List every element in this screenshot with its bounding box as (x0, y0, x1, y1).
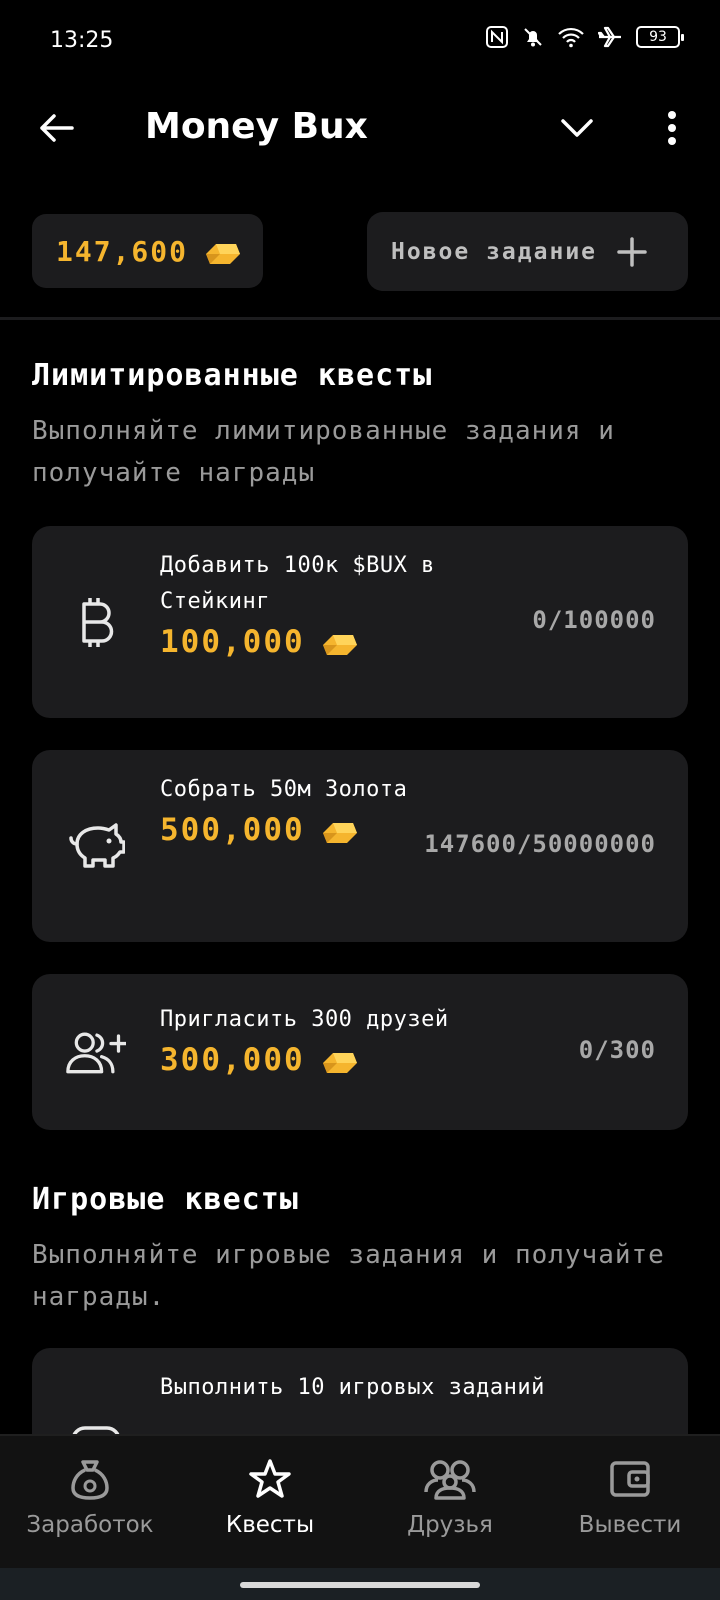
quest-reward: 100,000 (160, 624, 305, 660)
new-task-button[interactable]: Новое задание (367, 212, 688, 291)
nav-item-earnings[interactable]: Заработок (0, 1436, 180, 1570)
quest-title: Выполнить 10 игровых заданий (160, 1375, 545, 1400)
bell-muted-icon (522, 26, 544, 48)
balance-value: 147,600 (56, 234, 189, 268)
nav-label: Друзья (407, 1512, 493, 1538)
quest-card[interactable]: Добавить 100к $BUX в Стейкинг 100,000 0/… (32, 526, 688, 718)
nfc-icon (486, 26, 508, 48)
nav-label: Вывести (578, 1512, 682, 1538)
wallet-icon (609, 1456, 651, 1502)
quest-reward: 300,000 (160, 1042, 305, 1078)
section-title-game: Игровые квесты (32, 1182, 299, 1217)
balance-chip: 147,600 (32, 214, 263, 288)
gold-bar-icon (322, 635, 357, 655)
gold-bar-icon (322, 1053, 357, 1073)
quest-title: Добавить 100к $BUX в Стейкинг (160, 553, 435, 614)
gold-bar-icon (206, 244, 241, 264)
section-subtitle-game: Выполняйте игровые задания и получайте н… (32, 1240, 665, 1312)
gesture-area (0, 1568, 720, 1600)
more-vert-icon (668, 111, 676, 145)
quest-progress: 147600/50000000 (424, 830, 656, 858)
back-button[interactable] (34, 106, 78, 150)
nav-item-withdraw[interactable]: Вывести (540, 1436, 720, 1570)
chevron-down-icon (561, 119, 593, 137)
status-bar: 13:25 93 (0, 0, 720, 84)
back-arrow-icon (40, 114, 74, 142)
new-task-label: Новое задание (391, 238, 598, 265)
nav-item-quests[interactable]: Квесты (180, 1436, 360, 1570)
nav-item-friends[interactable]: Друзья (360, 1436, 540, 1570)
quest-title: Собрать 50м Золота (160, 777, 408, 802)
money-bag-icon (70, 1456, 110, 1502)
nav-label: Квесты (225, 1512, 315, 1538)
quest-card[interactable]: Собрать 50м Золота 500,000 147600/500000… (32, 750, 688, 942)
status-icons: 93 (486, 26, 684, 48)
nav-label: Заработок (26, 1512, 154, 1538)
add-friend-icon (66, 1022, 126, 1082)
battery-icon: 93 (636, 26, 684, 48)
star-icon (249, 1456, 291, 1502)
quest-reward: 500,000 (160, 812, 305, 848)
app-bar: Money Bux (0, 84, 720, 174)
section-subtitle-limited: Выполняйте лимитированные задания и полу… (32, 416, 615, 488)
piggy-bank-icon (66, 816, 126, 876)
quest-progress: 0/300 (578, 1036, 656, 1064)
plus-icon (617, 236, 647, 267)
quest-title: Пригласить 300 друзей (160, 1007, 449, 1032)
divider (0, 317, 720, 320)
gold-bar-icon (322, 823, 357, 843)
bottom-nav: Заработок Квесты Друзья Вывести (0, 1434, 720, 1570)
bitcoin-icon (66, 592, 126, 652)
friends-icon (424, 1456, 476, 1502)
more-options-button[interactable] (650, 106, 694, 150)
quest-card[interactable]: Пригласить 300 друзей 300,000 0/300 (32, 974, 688, 1130)
page-title: Money Bux (145, 106, 368, 147)
section-title-limited: Лимитированные квесты (32, 358, 433, 393)
quest-progress: 0/100000 (532, 606, 656, 634)
status-time: 13:25 (50, 28, 114, 53)
dropdown-button[interactable] (555, 106, 599, 150)
wifi-icon (558, 26, 584, 48)
airplane-icon (598, 26, 622, 48)
gesture-handle[interactable] (240, 1582, 480, 1588)
